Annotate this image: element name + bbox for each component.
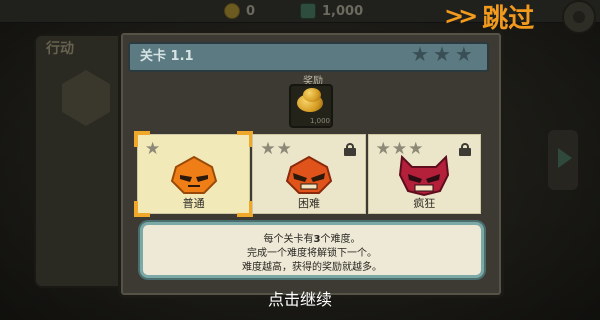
lock-icon xyxy=(458,143,471,156)
crimson-devil-mask-icon xyxy=(399,155,450,197)
info-line-3: 难度越高，获得的奖励就越多。 xyxy=(242,262,382,273)
difficulty-card-hard[interactable]: ★ ★ 困难 xyxy=(252,134,366,214)
difficulty-label: 普通 xyxy=(182,197,205,210)
selection-corner xyxy=(134,131,150,147)
difficulty-cards: ★ 普通 ★ ★ 困难 ★ ★ ★ 疯狂 xyxy=(134,131,481,217)
side-panel xyxy=(34,34,130,288)
tap-to-continue[interactable]: 点击继续 xyxy=(0,286,600,310)
gem-counter: 1,000 xyxy=(300,2,363,20)
info-line-2: 完成一个难度将解锁下一个。 xyxy=(247,248,377,259)
level-stars: ★ ★ ★ xyxy=(411,44,473,64)
star-icon: ★ xyxy=(260,139,276,159)
difficulty-label: 疯狂 xyxy=(413,197,436,210)
gem-icon xyxy=(300,3,316,19)
coin-icon xyxy=(224,3,240,19)
difficulty-card-normal[interactable]: ★ 普通 xyxy=(134,131,254,217)
selection-corner xyxy=(134,201,150,217)
lock-icon xyxy=(343,143,356,156)
red-mask-icon xyxy=(285,155,333,194)
orange-mask-icon xyxy=(170,155,217,194)
reward-amount: 1,000 xyxy=(309,117,330,125)
star-icon: ★ xyxy=(432,42,451,66)
info-line-1: 每个关卡有3个难度。 xyxy=(143,230,481,245)
selection-corner xyxy=(237,201,254,217)
double-chevron-right-icon: >> xyxy=(444,2,478,30)
star-icon: ★ xyxy=(375,139,391,159)
selection-corner xyxy=(237,131,254,147)
info-box: 每个关卡有3个难度。 完成一个难度将解锁下一个。 难度越高，获得的奖励就越多。 xyxy=(140,222,484,278)
star-icon: ★ xyxy=(411,42,429,66)
skip-button[interactable]: >> 跳过 xyxy=(444,0,534,34)
coin-counter: 0 xyxy=(224,2,255,20)
level-title: 关卡 1.1 xyxy=(140,49,194,64)
side-panel-title: 行动 xyxy=(46,41,74,57)
difficulty-card-crazy[interactable]: ★ ★ ★ 疯狂 xyxy=(367,134,481,214)
star-icon: ★ xyxy=(454,42,473,66)
settings-gear-icon[interactable] xyxy=(562,0,596,34)
arrow-right-icon xyxy=(558,148,572,168)
gold-coins-icon xyxy=(297,88,323,112)
gem-count: 1,000 xyxy=(322,3,364,19)
coin-count: 0 xyxy=(246,3,256,19)
difficulty-label: 困难 xyxy=(297,197,320,210)
